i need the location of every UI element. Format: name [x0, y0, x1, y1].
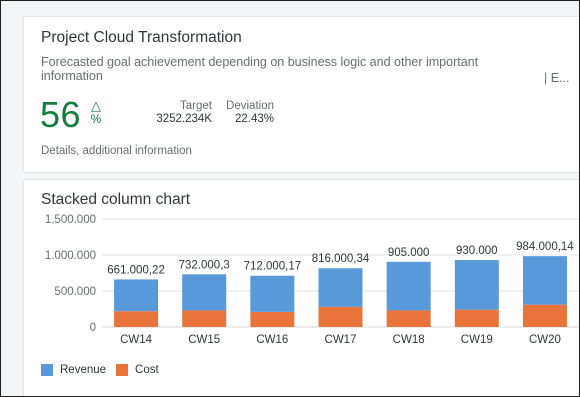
legend-item-revenue[interactable]: Revenue: [41, 364, 106, 376]
legend-swatch-revenue: [41, 364, 53, 376]
kpi-value: 56: [40, 94, 82, 135]
chart-card[interactable]: Stacked column chart 0 500.000 1.000.000 1.…: [24, 180, 579, 396]
bar-revenue-cw19[interactable]: [454, 260, 499, 310]
data-label: 905.000: [388, 247, 430, 259]
card-title[interactable]: Project Cloud Transformation: [41, 29, 242, 47]
deviation-value: 22.43%: [234, 113, 274, 125]
bar-cost-cw19[interactable]: [454, 309, 499, 327]
target-metric: Target 3252.234K: [142, 100, 212, 126]
x-tick-label: CW20: [529, 334, 561, 346]
bar-cost-cw20[interactable]: [522, 304, 567, 327]
legend-swatch-cost: [116, 364, 129, 376]
bar-revenue-cw14[interactable]: [114, 279, 159, 312]
legend-label-cost: Cost: [135, 364, 159, 376]
bar-revenue-cw17[interactable]: [318, 268, 363, 307]
y-tick-label: 0: [90, 322, 96, 334]
y-tick-label: 1.000.000: [45, 250, 96, 262]
triangle-up-icon: △: [91, 98, 101, 113]
y-tick-label: 500.000: [54, 286, 96, 298]
x-tick-label: CW16: [256, 334, 288, 346]
bar-cost-cw15[interactable]: [182, 310, 227, 327]
bar-revenue-cw15[interactable]: [182, 274, 227, 311]
x-tick-label: CW18: [393, 334, 425, 346]
x-tick-label: CW19: [461, 334, 493, 346]
kpi-card[interactable]: Project Cloud Transformation Forecasted …: [24, 17, 579, 172]
deviation-metric: Deviation 22.43%: [220, 100, 274, 126]
bar-cost-cw16[interactable]: [250, 311, 295, 327]
card-unit: | E...: [544, 71, 570, 85]
bar-revenue-cw18[interactable]: [386, 261, 431, 311]
x-tick-label: CW15: [188, 334, 220, 346]
target-value: 3252.234K: [156, 113, 212, 125]
x-tick-label: CW14: [120, 334, 153, 346]
dashboard: Project Cloud Transformation Forecasted …: [0, 0, 580, 397]
data-label: 712.000,17: [244, 261, 302, 273]
data-label: 661.000,22: [107, 264, 165, 276]
y-tick-label: 1.500.000: [45, 214, 96, 226]
card-footer: Details, additional information: [41, 145, 192, 157]
deviation-label: Deviation: [226, 100, 274, 112]
data-label: 816.000,34: [312, 253, 370, 265]
x-tick-label: CW17: [325, 334, 357, 346]
data-label: 984.000,14: [516, 241, 574, 253]
chart-legend: Revenue Cost: [41, 364, 169, 376]
legend-item-cost[interactable]: Cost: [116, 364, 159, 376]
data-label: 732.000,3: [179, 259, 230, 271]
bar-cost-cw18[interactable]: [386, 310, 431, 327]
bar-revenue-cw16[interactable]: [250, 275, 295, 312]
bar-cost-cw17[interactable]: [318, 306, 363, 327]
data-label: 930.000: [456, 245, 498, 257]
card-subtitle: Forecasted goal achievement depending on…: [41, 55, 479, 83]
legend-label-revenue: Revenue: [60, 364, 107, 376]
bar-cost-cw14[interactable]: [114, 311, 159, 327]
target-label: Target: [180, 100, 212, 112]
kpi-indicator: △ %: [88, 99, 104, 126]
bar-revenue-cw20[interactable]: [522, 256, 567, 305]
kpi-scale: %: [90, 112, 102, 126]
